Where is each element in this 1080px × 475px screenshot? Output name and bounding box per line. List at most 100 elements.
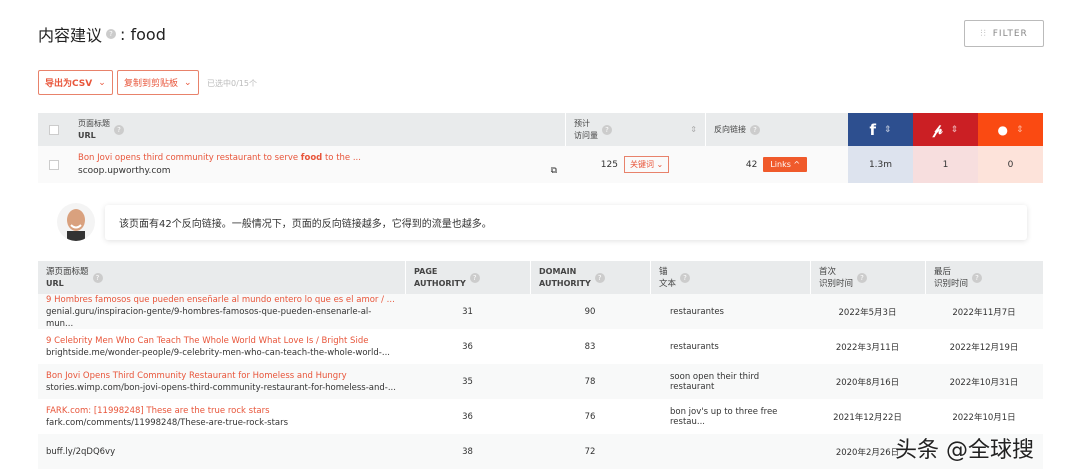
keyword-text: : food (120, 24, 166, 44)
tip-text: 该页面有42个反向链接。一般情况下，页面的反向链接越多，它得到的流量也越多。 (119, 219, 492, 230)
tip-bubble: 该页面有42个反向链接。一般情况下，页面的反向链接越多，它得到的流量也越多。 (105, 205, 1027, 240)
col-pa-2: AUTHORITY (414, 278, 466, 288)
col-last: 最后 (934, 266, 952, 277)
col-anchor-2: 文本 (659, 278, 677, 289)
domain-authority: 83 (584, 341, 596, 352)
link-row: buff.ly/2qDQ6vy 38 72 2020年2月26日 (38, 434, 1043, 469)
links-button[interactable]: Links ^ (763, 157, 808, 172)
first-seen: 2022年3月11日 (835, 342, 900, 353)
page-authority: 36 (462, 341, 473, 352)
col-title: 页面标题 (78, 118, 110, 128)
first-seen: 2022年5月3日 (838, 307, 897, 318)
col-pinterest[interactable]: 𝓅 ⇕ (913, 113, 978, 146)
col-da-2: AUTHORITY (539, 278, 591, 288)
sort-icon[interactable]: ⇕ (951, 125, 959, 135)
help-icon[interactable]: ? (594, 272, 605, 283)
page-authority: 36 (462, 411, 473, 422)
visits-value: 125 (600, 159, 618, 170)
domain-authority: 76 (584, 411, 596, 422)
source-url: buff.ly/2qDQ6vy (46, 446, 116, 457)
row-checkbox[interactable] (49, 159, 59, 170)
keywords-label: 关键词 (629, 160, 654, 169)
chevron-down-icon: ⌄ (184, 77, 192, 88)
filter-label: FILTER (992, 28, 1028, 39)
help-icon[interactable]: ? (114, 124, 124, 135)
link-row: 9 Celebrity Men Who Can Teach The Whole … (38, 329, 1043, 364)
help-icon[interactable]: ? (469, 272, 480, 283)
table-row: Bon Jovi opens third community restauran… (38, 146, 1043, 183)
facebook-count: 1.3m (848, 146, 913, 183)
source-title-link[interactable]: FARK.com: [11998248] These are the true … (46, 405, 288, 417)
link-row: FARK.com: [11998248] These are the true … (38, 399, 1043, 434)
selected-count: 已选中0/15个 (207, 79, 257, 88)
pinterest-icon: 𝓅 (932, 121, 943, 138)
anchor-text: restaurants (670, 341, 719, 352)
col-first-2: 识别时间 (819, 278, 854, 289)
domain-authority: 78 (584, 376, 596, 387)
backlinks-value: 42 (745, 159, 758, 170)
reddit-count: 0 (978, 146, 1043, 183)
external-link-icon[interactable]: ⧉ (551, 166, 557, 176)
help-icon[interactable]: ? (92, 272, 103, 283)
links-label: Links (770, 160, 791, 169)
sliders-icon: ⫶⫶ (980, 28, 987, 39)
source-url: stories.wimp.com/bon-jovi-opens-third-co… (46, 382, 396, 393)
source-title-link[interactable]: Bon Jovi Opens Third Community Restauran… (46, 370, 396, 382)
page-url: scoop.upworthy.com (78, 165, 171, 176)
domain-authority: 90 (584, 306, 596, 317)
col-facebook[interactable]: f ⇕ (848, 113, 913, 146)
avatar (57, 203, 95, 241)
col-source: 源页面标题 (46, 266, 89, 277)
page-title-link[interactable]: Bon Jovi opens third community restauran… (78, 152, 361, 165)
help-icon[interactable]: ? (857, 272, 868, 283)
source-title-link[interactable]: 9 Hombres famosos que pueden enseñarle a… (46, 294, 397, 306)
help-icon[interactable]: ? (972, 272, 983, 283)
anchor-text: restaurantes (670, 306, 724, 317)
copy-label: 复制到剪贴板 (124, 79, 179, 89)
col-visits-2: 访问量 (574, 130, 598, 140)
first-seen: 2021年12月22日 (833, 412, 902, 423)
source-url: fark.com/comments/11998248/These-are-tru… (46, 417, 289, 428)
watermark: 头条 @全球搜 (895, 438, 1034, 463)
select-all-checkbox[interactable] (49, 124, 59, 135)
last-seen: 2022年10月1日 (952, 412, 1016, 423)
sort-icon[interactable]: ⇕ (1016, 125, 1024, 135)
last-seen: 2022年11月7日 (952, 307, 1016, 318)
filter-button[interactable]: ⫶⫶ FILTER (964, 20, 1044, 47)
sort-icon[interactable]: ⇕ (884, 125, 892, 135)
link-row: Bon Jovi Opens Third Community Restauran… (38, 364, 1043, 399)
source-title-link[interactable]: 9 Celebrity Men Who Can Teach The Whole … (46, 335, 390, 347)
export-csv-button[interactable]: 导出为CSV ⌄ (38, 70, 113, 95)
help-icon[interactable]: ? (680, 272, 691, 283)
help-icon[interactable]: ? (750, 124, 760, 135)
export-label: 导出为CSV (45, 79, 93, 89)
last-seen: 2022年10月31日 (949, 377, 1019, 388)
page-authority: 31 (462, 306, 473, 317)
links-table-header: 源页面标题 URL? PAGE AUTHORITY? DOMAIN AUTHORITY… (38, 261, 1043, 294)
reddit-icon: ● (997, 122, 1008, 137)
page-title: 内容建议 ? : food (38, 22, 166, 46)
anchor-text: bon jov's up to three free restau... (670, 406, 778, 427)
keywords-button[interactable]: 关键词 ⌄ (623, 156, 670, 173)
link-row: 9 Hombres famosos que pueden enseñarle a… (38, 294, 1043, 329)
title-text: 内容建议 (38, 26, 103, 45)
title-keyword: food (300, 152, 323, 163)
col-first: 首次 (819, 266, 837, 277)
col-reddit[interactable]: ● ⇕ (978, 113, 1043, 146)
table-header: 页面标题 URL? 预计 访问量? ⇕ 反向链接? f ⇕ 𝓅 ⇕ ● ⇕ (38, 113, 1043, 146)
page-authority: 35 (462, 376, 473, 387)
facebook-icon: f (869, 120, 876, 139)
col-anchor: 锚 (659, 266, 668, 277)
col-source-url: URL (46, 278, 64, 288)
copy-clipboard-button[interactable]: 复制到剪贴板 ⌄ (117, 70, 199, 95)
col-da: DOMAIN (539, 266, 577, 276)
anchor-text: soon open their third restaurant (670, 371, 760, 392)
last-seen: 2022年12月19日 (949, 342, 1019, 353)
help-icon[interactable]: ? (602, 124, 612, 135)
sort-icon[interactable]: ⇕ (690, 125, 697, 134)
chevron-down-icon: ⌄ (98, 77, 106, 88)
help-icon[interactable]: ? (106, 29, 117, 39)
first-seen: 2020年8月16日 (835, 377, 900, 388)
title-pre: Bon Jovi opens third community restauran… (78, 152, 301, 163)
source-url: genial.guru/inspiracion-gente/9-hombres-… (46, 306, 372, 329)
